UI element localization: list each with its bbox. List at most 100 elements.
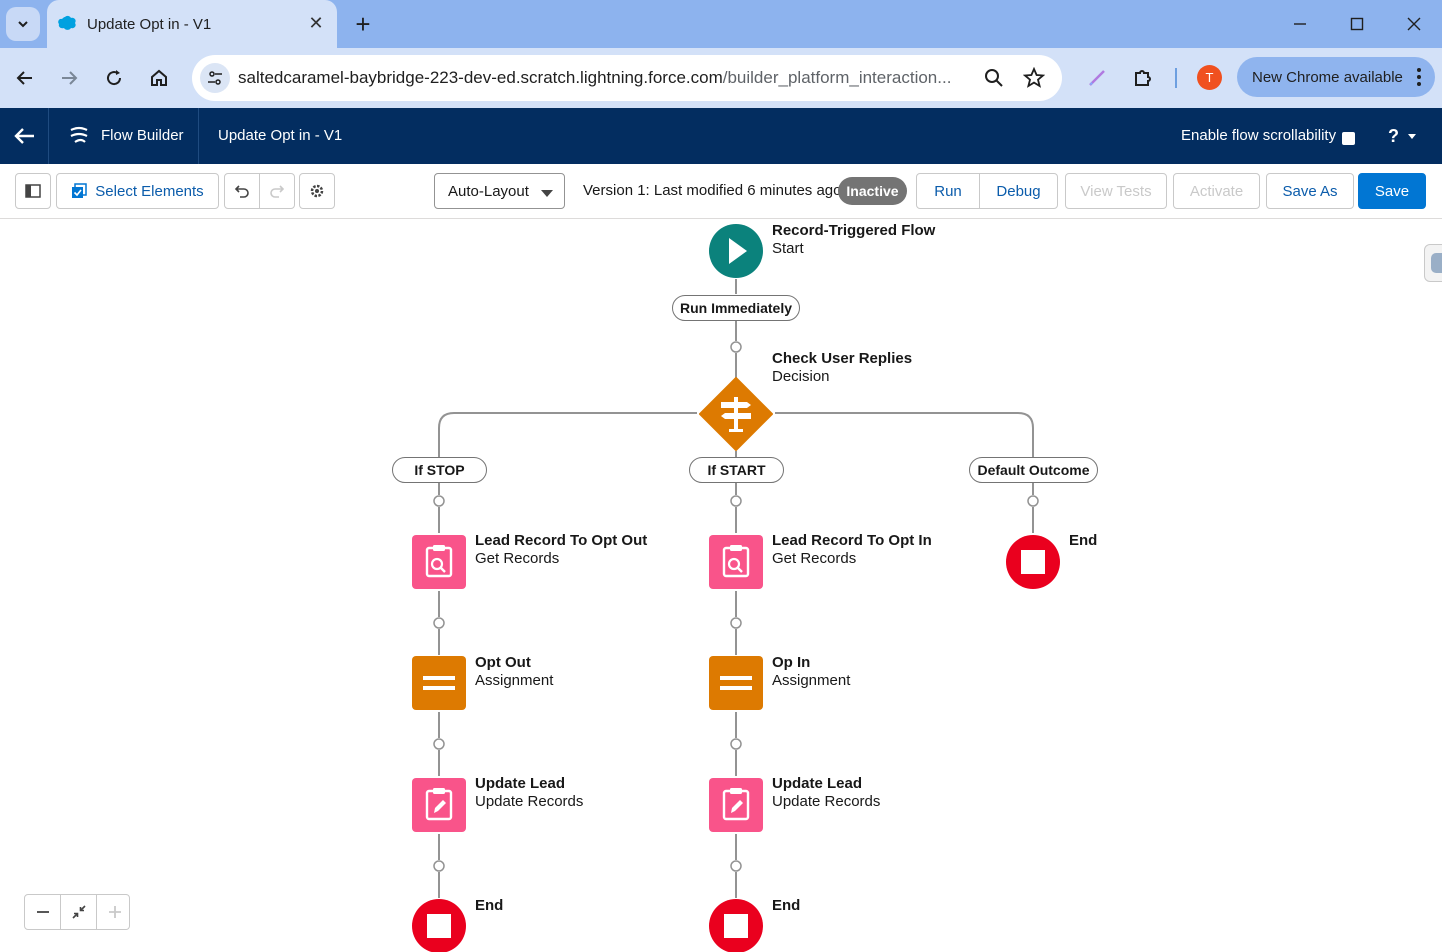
end-stop-icon[interactable] bbox=[412, 899, 466, 952]
minimize-icon bbox=[1294, 23, 1306, 25]
zoom-search-icon[interactable] bbox=[981, 65, 1007, 91]
site-info-button[interactable] bbox=[200, 63, 230, 93]
new-tab-button[interactable]: + bbox=[348, 9, 378, 39]
outcome-default[interactable]: Default Outcome bbox=[969, 457, 1098, 483]
update-records-icon[interactable] bbox=[412, 778, 466, 832]
redo-button[interactable] bbox=[260, 174, 294, 208]
select-checkbox-icon bbox=[72, 183, 88, 198]
decision-node-subtitle: Decision bbox=[772, 368, 830, 385]
address-bar[interactable]: saltedcaramel-baybridge-223-dev-ed.scrat… bbox=[192, 55, 1062, 101]
chevron-down-icon bbox=[541, 190, 553, 197]
window-maximize-button[interactable] bbox=[1343, 10, 1371, 38]
chrome-update-button[interactable]: New Chrome available bbox=[1237, 57, 1435, 97]
redo-icon bbox=[270, 185, 285, 198]
decision-node-icon[interactable] bbox=[697, 375, 775, 453]
get-records-icon[interactable] bbox=[412, 535, 466, 589]
node-title: Opt Out bbox=[475, 654, 531, 671]
end-stop-icon[interactable] bbox=[709, 899, 763, 952]
start-node-title: Record-Triggered Flow bbox=[772, 222, 936, 239]
node-title: Update Lead bbox=[772, 775, 863, 792]
tab-close-icon[interactable]: ✕ bbox=[305, 12, 327, 34]
outcome-if-stop[interactable]: If STOP bbox=[392, 457, 487, 483]
profile-avatar[interactable]: T bbox=[1197, 65, 1222, 90]
save-as-button[interactable]: Save As bbox=[1266, 173, 1354, 209]
outcome-if-start[interactable]: If START bbox=[689, 457, 784, 483]
browser-tab-active[interactable]: Update Opt in - V1 ✕ bbox=[47, 0, 337, 48]
header-divider bbox=[48, 108, 49, 164]
select-elements-button[interactable]: Select Elements bbox=[56, 173, 219, 209]
window-minimize-button[interactable] bbox=[1286, 10, 1314, 38]
status-badge: Inactive bbox=[838, 177, 907, 205]
pen-extension-icon[interactable] bbox=[1082, 63, 1112, 93]
app-name: Flow Builder bbox=[101, 127, 184, 144]
node-title: End bbox=[772, 897, 801, 914]
settings-button[interactable] bbox=[299, 173, 335, 209]
start-node-label: Record-Triggered Flow Start bbox=[772, 222, 935, 258]
url-text[interactable]: saltedcaramel-baybridge-223-dev-ed.scrat… bbox=[238, 68, 978, 88]
url-host: saltedcaramel-baybridge-223-dev-ed.scrat… bbox=[238, 68, 723, 87]
panel-icon bbox=[25, 184, 41, 198]
end-stop-icon[interactable] bbox=[1006, 535, 1060, 589]
back-arrow-icon[interactable] bbox=[12, 124, 38, 148]
bookmark-star-icon[interactable] bbox=[1021, 65, 1047, 91]
node-title: End bbox=[1069, 532, 1098, 549]
undo-button[interactable] bbox=[225, 174, 259, 208]
end-node-label: End bbox=[475, 897, 503, 915]
contract-icon bbox=[71, 905, 86, 919]
tab-title: Update Opt in - V1 bbox=[87, 16, 212, 33]
fit-to-view-button[interactable] bbox=[61, 895, 96, 929]
gear-icon bbox=[310, 184, 324, 198]
zoom-out-button[interactable] bbox=[25, 895, 60, 929]
home-button[interactable] bbox=[143, 62, 175, 94]
activate-button[interactable]: Activate bbox=[1173, 173, 1260, 209]
path-label-run-immediately[interactable]: Run Immediately bbox=[672, 295, 800, 321]
decision-node-label: Check User Replies Decision bbox=[772, 350, 912, 386]
reload-button[interactable] bbox=[98, 62, 130, 94]
extensions-puzzle-icon[interactable] bbox=[1128, 63, 1158, 93]
node-title: End bbox=[475, 897, 504, 914]
assignment-node-label: Opt Out Assignment bbox=[475, 654, 553, 690]
assignment-icon[interactable] bbox=[709, 656, 763, 710]
toggle-panel-button[interactable] bbox=[15, 173, 51, 209]
arrow-right-icon bbox=[62, 71, 78, 85]
tune-icon bbox=[208, 71, 222, 85]
view-tests-button[interactable]: View Tests bbox=[1065, 173, 1167, 209]
assignment-icon[interactable] bbox=[412, 656, 466, 710]
start-node-play-icon[interactable] bbox=[709, 224, 763, 278]
node-subtitle: Assignment bbox=[475, 672, 554, 689]
window-close-button[interactable] bbox=[1400, 10, 1428, 38]
scrollability-label: Enable flow scrollability bbox=[1181, 127, 1337, 144]
update-records-node-label: Update Lead Update Records bbox=[475, 775, 583, 811]
debug-button[interactable]: Debug bbox=[979, 173, 1058, 209]
close-icon bbox=[1407, 17, 1421, 31]
zoom-in-button[interactable] bbox=[97, 895, 132, 929]
get-records-node-label: Lead Record To Opt In Get Records bbox=[772, 532, 932, 568]
save-button[interactable]: Save bbox=[1358, 173, 1426, 209]
reload-icon bbox=[107, 70, 122, 86]
help-button[interactable]: ? bbox=[1388, 126, 1399, 147]
help-caret-icon[interactable] bbox=[1408, 134, 1416, 139]
maximize-icon bbox=[1350, 17, 1364, 31]
run-button[interactable]: Run bbox=[916, 173, 980, 209]
flow-canvas[interactable]: Record-Triggered Flow Start Run Immediat… bbox=[0, 219, 1442, 952]
node-subtitle: Update Records bbox=[772, 793, 881, 810]
undo-icon bbox=[234, 185, 249, 198]
toolbar-divider bbox=[1175, 68, 1177, 88]
flow-name: Update Opt in - V1 bbox=[218, 127, 343, 144]
layout-mode-select[interactable]: Auto-Layout bbox=[434, 173, 565, 209]
back-button[interactable] bbox=[9, 62, 41, 94]
node-subtitle: Assignment bbox=[772, 672, 851, 689]
node-title: Lead Record To Opt In bbox=[772, 532, 932, 549]
browser-tab-strip: Update Opt in - V1 ✕ + bbox=[0, 0, 1442, 48]
flow-toolbar: Select Elements Auto-Layout Version 1: L… bbox=[0, 164, 1442, 219]
get-records-icon[interactable] bbox=[709, 535, 763, 589]
end-node-label: End bbox=[772, 897, 800, 915]
scrollability-checkbox[interactable] bbox=[1342, 132, 1355, 145]
browser-toolbar: saltedcaramel-baybridge-223-dev-ed.scrat… bbox=[0, 48, 1442, 108]
side-panel-handle[interactable] bbox=[1424, 244, 1442, 282]
forward-button[interactable] bbox=[53, 62, 85, 94]
update-records-icon[interactable] bbox=[709, 778, 763, 832]
node-title: Update Lead bbox=[475, 775, 566, 792]
zoom-controls bbox=[24, 894, 130, 930]
tab-search-button[interactable] bbox=[6, 7, 40, 41]
